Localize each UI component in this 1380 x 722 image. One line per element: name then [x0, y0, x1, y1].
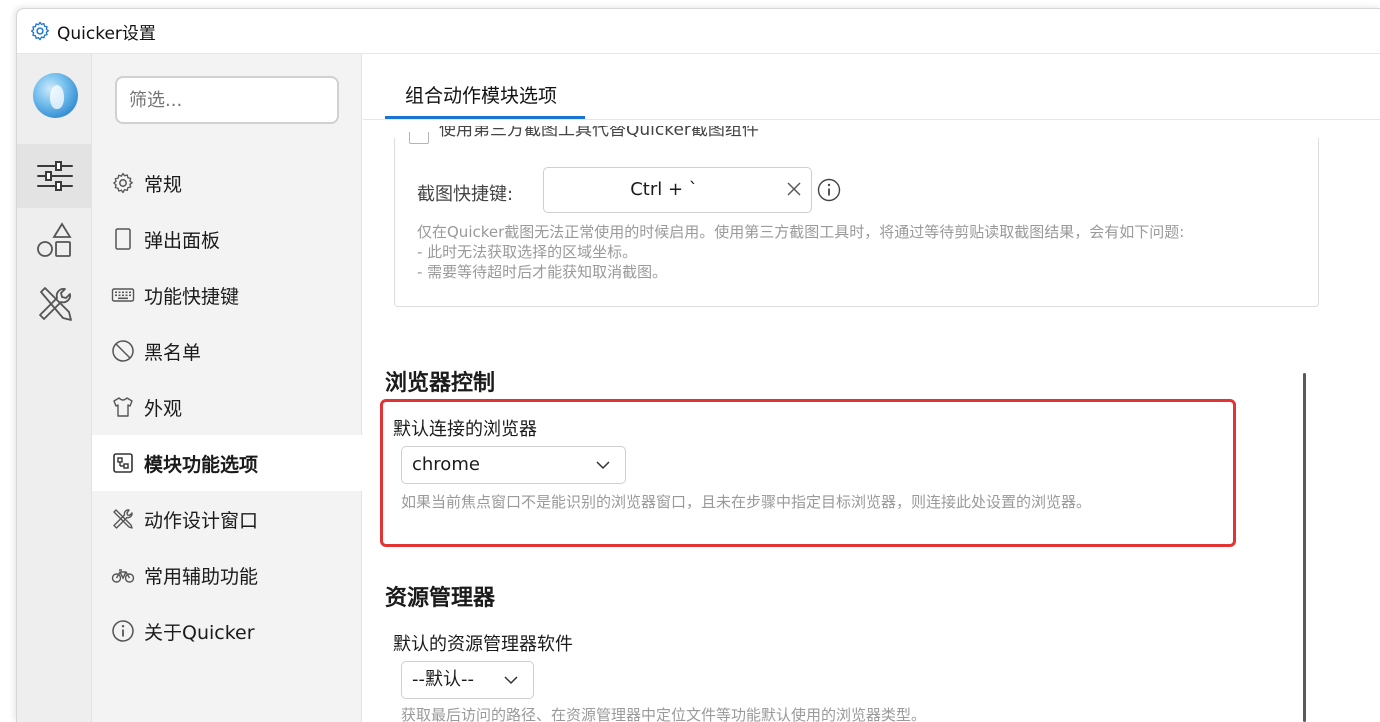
default-browser-description: 如果当前焦点窗口不是能识别的浏览器窗口，且未在步骤中指定目标浏览器，则连接此处设… — [401, 493, 1092, 511]
nav-item-assist-features[interactable]: 常用辅助功能 — [92, 547, 362, 603]
title-bar: Quicker设置 — [17, 9, 1380, 54]
nav-item-about[interactable]: 关于Quicker — [92, 603, 362, 659]
chevron-down-icon — [504, 676, 518, 685]
close-icon[interactable] — [785, 180, 803, 198]
screenshot-description: 仅在Quicker截图无法正常使用的时候启用。使用第三方截图工具时，将通过等待剪… — [417, 223, 1185, 281]
tab-divider — [363, 119, 1380, 120]
info-icon[interactable] — [817, 178, 841, 202]
screenshot-hotkey-input[interactable]: Ctrl + ` — [543, 167, 812, 213]
info-icon — [112, 620, 134, 642]
nav-item-hotkeys[interactable]: 功能快捷键 — [92, 267, 362, 323]
rail-settings-button[interactable] — [17, 144, 92, 208]
browser-section-title: 浏览器控制 — [385, 371, 496, 396]
shapes-icon — [36, 222, 72, 257]
bicycle-icon — [111, 569, 135, 583]
module-icon — [113, 453, 133, 473]
nav-item-label: 常用辅助功能 — [144, 565, 259, 588]
avatar[interactable] — [33, 73, 78, 118]
content-pane: 组合动作模块选项 使用第三方截图工具代替Quicker截图组件 截图快捷键: C… — [363, 54, 1380, 722]
gear-icon — [113, 172, 133, 194]
panel-icon — [115, 228, 131, 250]
nav-item-label: 模块功能选项 — [144, 453, 259, 476]
nav-item-blacklist[interactable]: 黑名单 — [92, 323, 362, 379]
explorer-section-title: 资源管理器 — [385, 586, 496, 611]
selected-value: --默认-- — [412, 669, 474, 690]
rail-tools-button[interactable] — [17, 272, 92, 336]
screenshot-settings-card: 使用第三方截图工具代替Quicker截图组件 截图快捷键: Ctrl + ` 仅… — [394, 126, 1319, 307]
default-explorer-select[interactable]: --默认-- — [401, 661, 534, 699]
nav-item-general[interactable]: 常规 — [92, 155, 362, 211]
selected-value: chrome — [412, 454, 480, 475]
chevron-down-icon — [596, 461, 610, 470]
default-explorer-description: 获取最后访问的路径、在资源管理器中定位文件等功能默认使用的浏览器类型。 — [401, 706, 927, 722]
nav-item-label: 动作设计窗口 — [144, 509, 259, 532]
design-tools-icon — [113, 509, 133, 529]
nav-item-action-designer[interactable]: 动作设计窗口 — [92, 491, 362, 547]
nav-item-label: 黑名单 — [144, 341, 202, 364]
sliders-icon — [36, 161, 73, 191]
default-explorer-label: 默认的资源管理器软件 — [393, 634, 573, 655]
gear-icon — [30, 21, 50, 41]
filter-input[interactable] — [115, 76, 339, 124]
content-scrollbar[interactable] — [1303, 373, 1306, 722]
tab-module-options[interactable]: 组合动作模块选项 — [384, 78, 578, 114]
shirt-icon — [113, 397, 133, 417]
window-title: Quicker设置 — [57, 23, 156, 44]
keyboard-icon — [111, 288, 135, 302]
ban-icon — [112, 340, 134, 362]
tools-icon — [38, 287, 72, 321]
default-browser-label: 默认连接的浏览器 — [393, 419, 537, 440]
nav-item-appearance[interactable]: 外观 — [92, 379, 362, 435]
screenshot-hotkey-label: 截图快捷键: — [417, 184, 514, 205]
side-rail — [17, 54, 92, 722]
nav-item-label: 弹出面板 — [144, 229, 221, 252]
nav-item-label: 关于Quicker — [144, 621, 255, 644]
nav-item-label: 功能快捷键 — [144, 285, 240, 308]
settings-window: Quicker设置 筛选... 常规 弹出面板 功能快捷键 黑名单 外观 模块功… — [16, 8, 1380, 722]
default-browser-select[interactable]: chrome — [401, 446, 626, 484]
hotkey-value: Ctrl + ` — [630, 179, 698, 200]
rail-shapes-button[interactable] — [17, 208, 92, 272]
nav-item-label: 外观 — [144, 397, 183, 420]
nav-item-module-options[interactable]: 模块功能选项 — [92, 435, 362, 491]
settings-nav: 常规 弹出面板 功能快捷键 黑名单 外观 模块功能选项 动作设计窗口 常用辅助 — [92, 54, 362, 722]
nav-item-label: 常规 — [144, 173, 183, 196]
nav-item-popup-panel[interactable]: 弹出面板 — [92, 211, 362, 267]
third-party-screenshot-label: 使用第三方截图工具代替Quicker截图组件 — [439, 126, 759, 140]
third-party-screenshot-checkbox[interactable] — [409, 132, 429, 144]
